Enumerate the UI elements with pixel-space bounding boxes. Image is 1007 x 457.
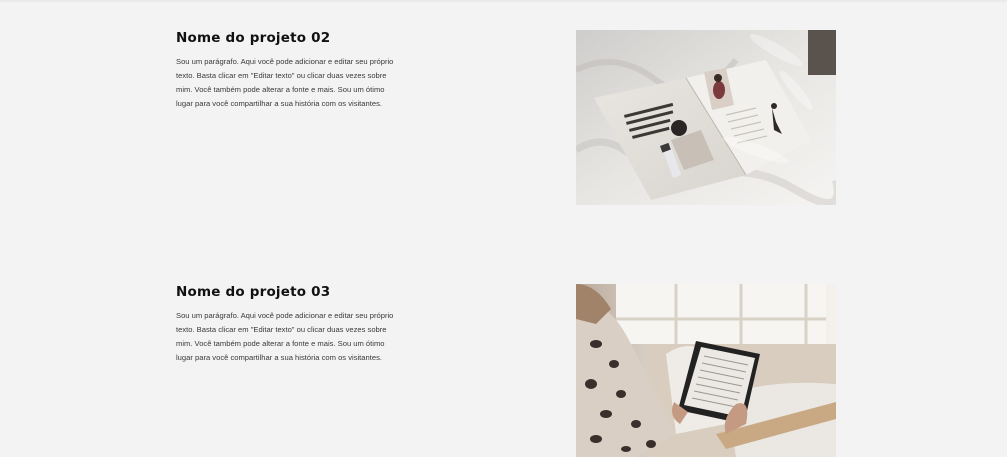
project-title: Nome do projeto 03 xyxy=(176,284,331,300)
project-paragraph: Sou um parágrafo. Aqui você pode adicion… xyxy=(176,311,394,362)
project-image-tablet[interactable] xyxy=(576,284,836,457)
magazine-photo xyxy=(576,30,836,205)
header-shadow xyxy=(0,0,1007,3)
tablet-reading-photo xyxy=(576,284,836,457)
project-paragraph: Sou um parágrafo. Aqui você pode adicion… xyxy=(176,57,394,108)
project-title: Nome do projeto 02 xyxy=(176,30,331,46)
page: Nome do projeto 02 Sou um parágrafo. Aqu… xyxy=(0,0,1007,457)
project-image-magazine[interactable] xyxy=(576,30,836,205)
